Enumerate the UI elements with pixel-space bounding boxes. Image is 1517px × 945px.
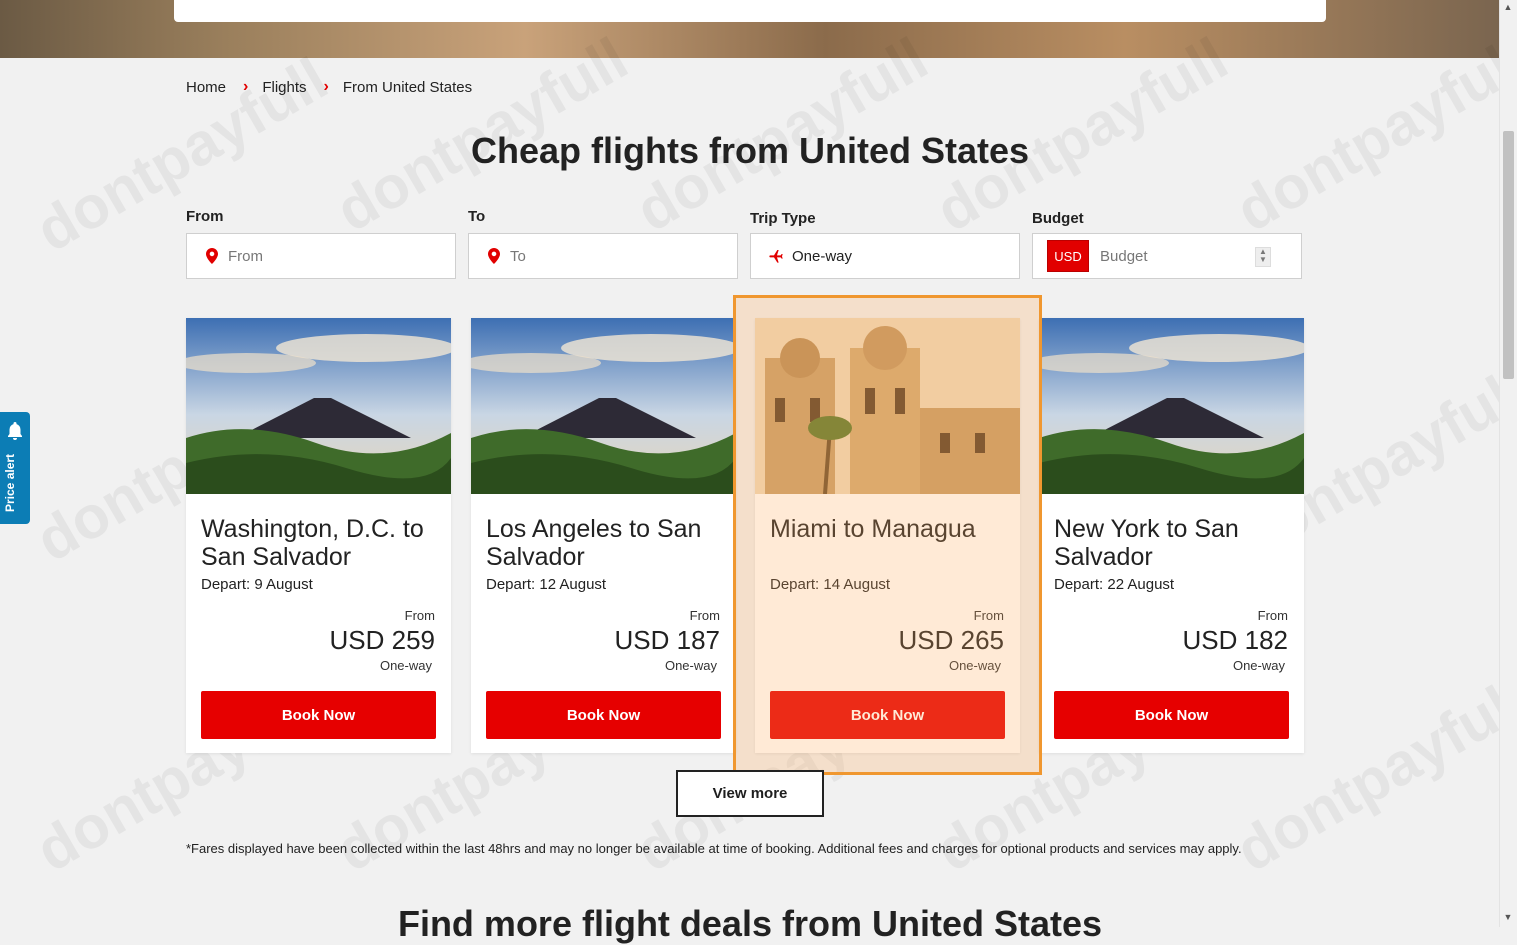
search-panel-bottom [174,0,1326,22]
book-now-button[interactable]: Book Now [486,691,721,739]
budget-input[interactable]: Budget [1100,248,1148,265]
from-input[interactable]: From [228,248,263,265]
price: USD 259 [329,625,436,655]
currency-badge: USD [1047,240,1089,272]
book-now-button[interactable]: Book Now [201,691,436,739]
budget-label: Budget [1032,210,1084,227]
to-input[interactable]: To [510,248,526,265]
section-title: Find more flight deals from United State… [397,903,1103,944]
price: USD 265 [898,625,1005,655]
depart-date: Depart: 12 August [486,576,607,593]
location-pin-icon [486,248,502,264]
depart-date: Depart: 9 August [201,576,313,593]
route-title: New York to San Salvador [1054,515,1239,571]
budget-field[interactable]: USD Budget ▲ ▼ [1032,233,1302,279]
trip-type: One-way [1232,658,1285,673]
to-label: To [468,208,486,225]
price-alert-tab[interactable]: Price alert [0,412,30,524]
deal-card[interactable]: Miami to Managua Depart: 14 August From … [755,318,1020,753]
from-label: From [1257,608,1288,623]
breadcrumb-flights[interactable]: Flights [262,79,306,96]
scroll-thumb[interactable] [1503,131,1514,379]
route-title: Washington, D.C. to San Salvador [201,515,424,571]
book-now-button[interactable]: Book Now [1054,691,1289,739]
trip-type: One-way [379,658,432,673]
cathedral-image [755,318,1020,494]
trip-type-label: Trip Type [750,210,816,227]
from-label: From [689,608,720,623]
fare-disclaimer: *Fares displayed have been collected wit… [186,841,1242,856]
route-title: Los Angeles to San Salvador [486,515,702,571]
trip-type: One-way [948,658,1001,673]
deal-card[interactable]: New York to San Salvador Depart: 22 Augu… [1039,318,1304,753]
price: USD 182 [1182,625,1289,655]
route-title: Miami to Managua [770,515,976,543]
book-now-button[interactable]: Book Now [770,691,1005,739]
depart-date: Depart: 22 August [1054,576,1175,593]
view-more-button[interactable]: View more [676,770,824,817]
trip-type-value: One-way [792,247,853,265]
volcano-image [471,318,736,494]
to-field[interactable]: To [468,233,738,279]
number-spinner[interactable]: ▲ ▼ [1255,247,1271,267]
page-title: Cheap flights from United States [470,130,1030,171]
from-field[interactable]: From [186,233,456,279]
chevron-right-icon: › [243,78,249,95]
breadcrumb: Home › Flights › From United States [186,78,472,96]
volcano-image [186,318,451,494]
location-pin-icon [204,248,220,264]
from-label: From [404,608,435,623]
from-label: From [973,608,1004,623]
from-label: From [186,208,224,225]
price-alert-label: Price alert [3,453,17,512]
breadcrumb-home[interactable]: Home [186,79,226,96]
scroll-up-icon[interactable]: ▲ [1502,2,1514,12]
depart-date: Depart: 14 August [770,576,891,593]
trip-type: One-way [664,658,717,673]
chevron-right-icon: › [323,78,329,95]
trip-type-select[interactable]: One-way [750,233,1020,279]
scroll-down-icon[interactable]: ▼ [1502,912,1514,922]
volcano-image [1039,318,1304,494]
deal-card[interactable]: Washington, D.C. to San Salvador Depart:… [186,318,451,753]
breadcrumb-current: From United States [342,78,473,96]
deal-card[interactable]: Los Angeles to San Salvador Depart: 12 A… [471,318,736,753]
airplane-icon [768,247,784,265]
price: USD 187 [614,625,721,655]
scrollbar[interactable]: ▲ ▼ [1499,0,1517,927]
